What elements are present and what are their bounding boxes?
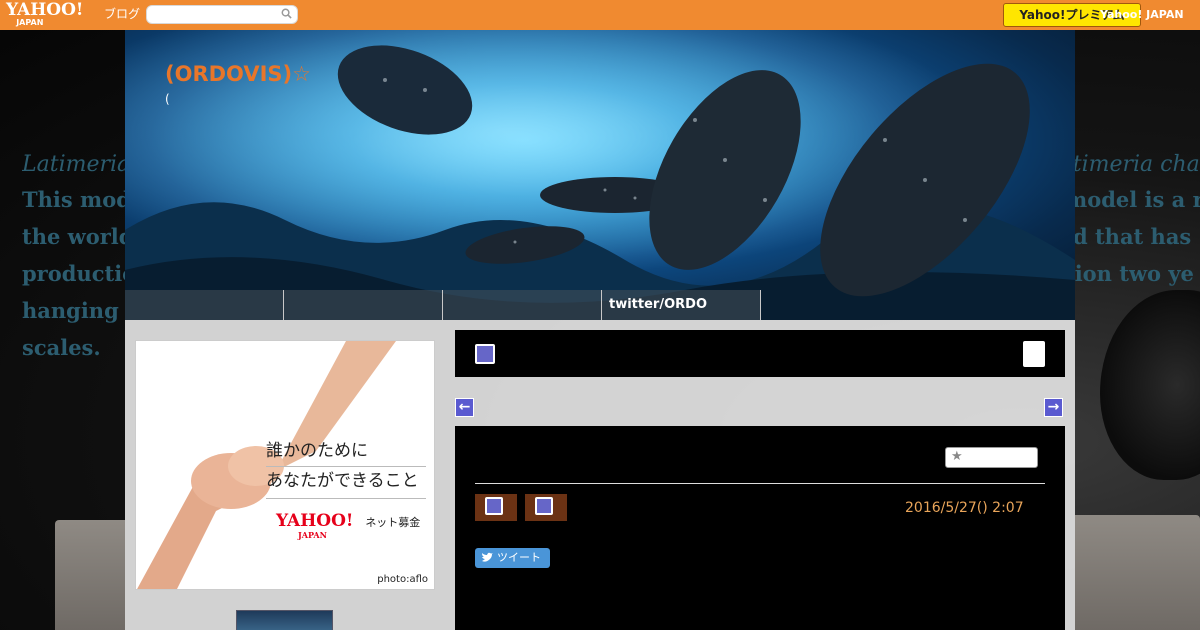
nav-tab-1[interactable]: [125, 290, 284, 320]
ad-brand-sub: JAPAN: [298, 530, 327, 540]
yahoo-japan-link[interactable]: Yahoo! JAPAN: [1100, 8, 1184, 21]
article-folder-button[interactable]: [525, 494, 567, 521]
nav-tab-3[interactable]: [443, 290, 602, 320]
background-fish-head: [1100, 290, 1200, 480]
category-bar: [455, 330, 1065, 377]
profile-thumbnail[interactable]: [236, 610, 333, 630]
blog-subtitle: (: [165, 92, 170, 106]
background-line: ld that has: [1075, 224, 1192, 249]
background-species-name: Latimeria chalumnae: [1075, 152, 1200, 177]
search-input[interactable]: [153, 9, 283, 27]
yahoo-top-bar: YAHOO! JAPAN ブログ Yahoo!プレミアム Yahoo! JAPA…: [0, 0, 1200, 30]
background-plaque-right: [1075, 515, 1200, 630]
blog-header-banner: (ORDOVIS)☆ ( twitter/ORDO: [125, 30, 1075, 320]
background-plaque-left: [55, 520, 125, 630]
background-left-text: Latimeria chalumnae This model is a rare…: [22, 152, 132, 362]
logo-sub: JAPAN: [16, 18, 44, 27]
nav-tab-2[interactable]: [284, 290, 443, 320]
tweet-label: ツイート: [497, 551, 541, 564]
donation-ad[interactable]: 誰かのために あなたができること YAHOO! ネット募金 JAPAN phot…: [135, 340, 435, 590]
ad-brand: YAHOO!: [276, 511, 354, 531]
article-panel: ★ 2016/5/27() 2:07 ツイート: [455, 426, 1065, 630]
blog-nav: twitter/ORDO: [125, 290, 761, 320]
article-book-button[interactable]: [475, 494, 517, 521]
article-divider: [475, 483, 1045, 484]
background-right-text: Latimeria chalumnae model is a rare ld t…: [1075, 152, 1200, 288]
yahoo-blog-logo[interactable]: YAHOO! JAPAN ブログ: [6, 0, 140, 27]
ad-service: ネット募金: [365, 516, 421, 529]
tweet-button[interactable]: ツイート: [475, 548, 550, 568]
logo-service: ブログ: [104, 7, 141, 21]
arrow-left-icon[interactable]: ←: [455, 398, 474, 417]
search-box: [146, 5, 298, 27]
background-line: scales.: [22, 335, 101, 360]
favorite-button[interactable]: ★: [945, 447, 1038, 468]
background-line: This model is a rare: [22, 187, 132, 212]
blog-title[interactable]: (ORDOVIS)☆: [165, 62, 311, 86]
ad-line-2: あなたができること: [266, 471, 419, 491]
ad-line-1: 誰かのために: [266, 441, 368, 461]
blog-content: 誰かのために あなたができること YAHOO! ネット募金 JAPAN phot…: [125, 320, 1075, 630]
book-icon: [485, 497, 503, 515]
menu-tab[interactable]: [1023, 341, 1045, 367]
book-icon[interactable]: [475, 344, 495, 364]
nav-tab-twitter[interactable]: twitter/ORDO: [602, 290, 761, 320]
ad-yahoo-logo: YAHOO! ネット募金 JAPAN: [276, 511, 420, 539]
post-date: 2016/5/27() 2:07: [905, 500, 1024, 516]
twitter-bird-icon: [482, 552, 493, 562]
ad-divider: [266, 498, 426, 499]
ad-credit: photo:aflo: [377, 574, 428, 585]
background-line: the world that has: [22, 224, 132, 249]
background-species-name: Latimeria chalumnae: [22, 152, 132, 177]
background-line: production two years: [22, 261, 132, 286]
logo-text: YAHOO!: [6, 0, 84, 20]
background-line: tion two ye: [1075, 261, 1194, 286]
background-line: hanging: [22, 298, 119, 323]
arrow-right-icon[interactable]: →: [1044, 398, 1063, 417]
star-icon: ★: [951, 449, 963, 464]
folder-icon: [535, 497, 553, 515]
search-icon[interactable]: [281, 8, 292, 19]
background-line: model is a rare: [1075, 187, 1200, 212]
